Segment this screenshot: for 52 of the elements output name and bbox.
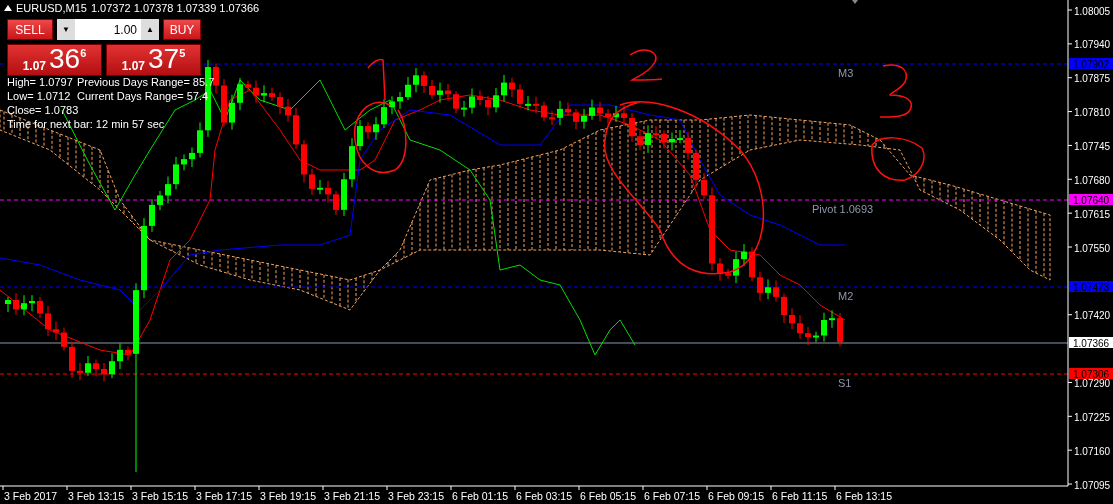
time-label: 3 Feb 19:15 bbox=[260, 490, 317, 502]
price-label: 1.07745 bbox=[1074, 140, 1111, 152]
time-label: 6 Feb 09:15 bbox=[708, 490, 765, 502]
price-tag: 1.07306 bbox=[1069, 368, 1113, 380]
time-label: 3 Feb 15:15 bbox=[132, 490, 189, 502]
price-label: 1.07940 bbox=[1074, 39, 1111, 51]
time-label: 3 Feb 23:15 bbox=[388, 490, 445, 502]
price-label: 1.07290 bbox=[1074, 377, 1111, 389]
up-arrow-button[interactable]: ▲ bbox=[141, 19, 159, 40]
time-label: 6 Feb 05:15 bbox=[580, 490, 637, 502]
down-arrow-button[interactable]: ▼ bbox=[57, 19, 75, 40]
triangle-icon[interactable] bbox=[4, 5, 12, 11]
price-tag: 1.07473 bbox=[1069, 281, 1113, 293]
info-text: Low= 1.0712 bbox=[7, 89, 72, 103]
symbol-title: EURUSD,M15 bbox=[16, 1, 87, 15]
time-label: 3 Feb 21:15 bbox=[324, 490, 381, 502]
price-label: 1.07680 bbox=[1074, 174, 1111, 186]
level-label: M3 bbox=[838, 67, 854, 79]
triangle-icon bbox=[852, 0, 858, 4]
price-label: 1.07810 bbox=[1074, 107, 1111, 119]
sell-button[interactable]: SELL bbox=[7, 19, 53, 40]
time-label: 6 Feb 07:15 bbox=[644, 490, 701, 502]
freehand-annotation bbox=[871, 137, 925, 181]
time-label: 6 Feb 01:15 bbox=[452, 490, 509, 502]
time-label: 3 Feb 17:15 bbox=[196, 490, 253, 502]
info-text: Close= 1.0783 bbox=[7, 103, 79, 117]
info-text: Time for next bar: 12 min 57 sec bbox=[7, 117, 165, 131]
time-label: 3 Feb 2017 bbox=[4, 490, 58, 502]
price-tag: 1.07366 bbox=[1069, 337, 1113, 349]
level-label: Pivot 1.0693 bbox=[812, 203, 874, 215]
level-label: S1 bbox=[838, 377, 852, 389]
buy-button[interactable]: BUY bbox=[163, 19, 201, 40]
price-label: 1.07550 bbox=[1074, 242, 1111, 254]
price-label: 1.07615 bbox=[1074, 208, 1111, 220]
time-label: 3 Feb 13:15 bbox=[68, 490, 125, 502]
price-label: 1.07420 bbox=[1074, 310, 1111, 322]
time-label: 6 Feb 03:15 bbox=[516, 490, 573, 502]
price-label: 1.07095 bbox=[1074, 479, 1111, 491]
freehand-annotation bbox=[629, 49, 663, 81]
price-label: 1.07225 bbox=[1074, 411, 1111, 423]
time-label: 6 Feb 11:15 bbox=[772, 490, 828, 502]
time-label: 6 Feb 13:15 bbox=[836, 490, 893, 502]
price-label: 1.07160 bbox=[1074, 445, 1111, 457]
volume-input-field[interactable]: 1.00 bbox=[75, 19, 141, 40]
price-tag: 1.07902 bbox=[1069, 58, 1113, 70]
info-text: High= 1.0797 bbox=[7, 75, 74, 89]
price-label: 1.07875 bbox=[1074, 73, 1111, 85]
price-tag: 1.07640 bbox=[1069, 194, 1113, 206]
freehand-annotation bbox=[879, 64, 913, 118]
price-label: 1.08005 bbox=[1074, 5, 1111, 17]
quote-values: 1.07372 1.07378 1.07339 1.07366 bbox=[90, 1, 260, 15]
level-label: M2 bbox=[838, 290, 854, 302]
